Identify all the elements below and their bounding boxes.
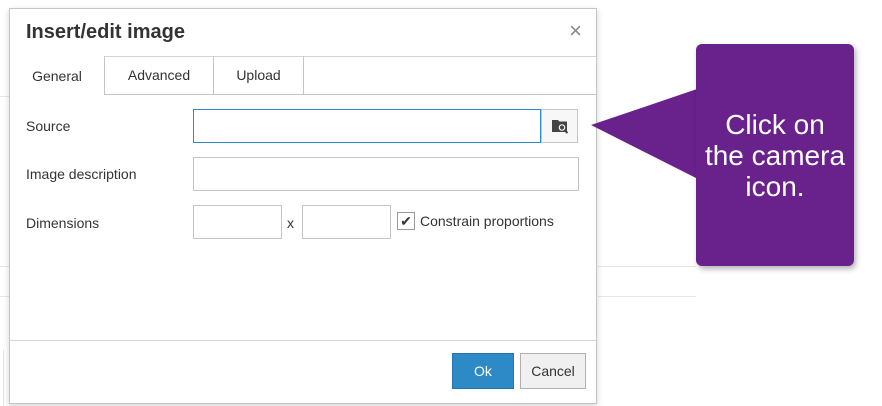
callout-text: Click on the camera icon. [704, 108, 846, 202]
source-label: Source [26, 118, 71, 134]
background-divider [598, 266, 696, 267]
camera-icon [551, 120, 568, 134]
tab-advanced[interactable]: Advanced [105, 56, 214, 94]
tab-bar: General Advanced Upload [10, 56, 596, 95]
image-description-label: Image description [26, 166, 137, 182]
ok-button[interactable]: Ok [452, 353, 514, 389]
background-divider [598, 296, 696, 297]
cancel-button[interactable]: Cancel [520, 353, 586, 389]
background-divider [0, 266, 9, 267]
dimension-separator: x [287, 215, 294, 231]
constrain-proportions-checkbox[interactable]: ✔ [397, 212, 415, 230]
dialog-title: Insert/edit image [26, 21, 185, 43]
height-input[interactable] [302, 205, 391, 239]
tab-general[interactable]: General [10, 56, 105, 95]
source-input[interactable] [193, 109, 541, 143]
insert-image-dialog: Insert/edit image × General Advanced Upl… [9, 8, 597, 404]
browse-image-button[interactable] [541, 109, 578, 143]
constrain-proportions-label: Constrain proportions [420, 213, 554, 229]
background-divider [0, 96, 9, 97]
dialog-title-bar: Insert/edit image × [10, 9, 596, 57]
tab-upload[interactable]: Upload [214, 56, 304, 94]
dimensions-label: Dimensions [26, 215, 100, 231]
background-divider [3, 350, 4, 406]
width-input[interactable] [193, 205, 282, 239]
close-icon[interactable]: × [569, 20, 582, 42]
image-description-input[interactable] [193, 157, 579, 191]
callout-tooltip: Click on the camera icon. [696, 44, 854, 266]
dialog-footer: Ok Cancel [10, 340, 596, 403]
background-divider [0, 296, 9, 297]
